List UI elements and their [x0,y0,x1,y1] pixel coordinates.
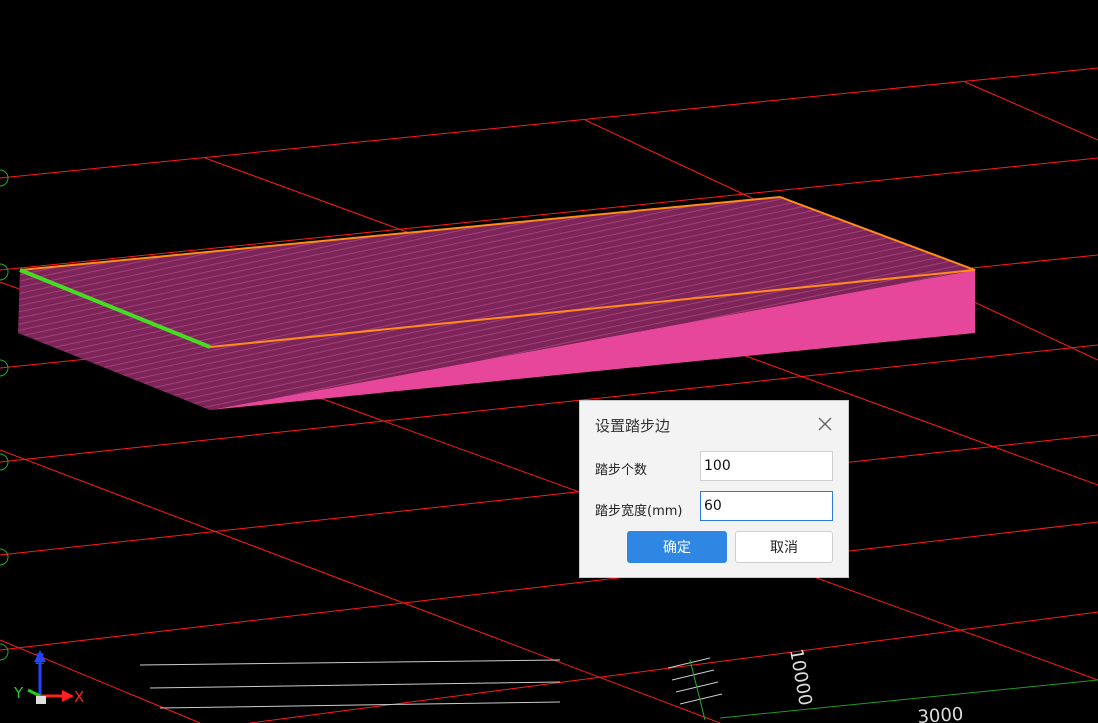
scene-canvas[interactable]: 10000 3000 Z Y X [0,0,1098,723]
step-width-label: 踏步宽度(mm) [595,504,683,519]
ramp-model[interactable] [18,195,976,410]
dimension-label-horizontal: 3000 [917,704,964,723]
cancel-button[interactable]: 取消 [735,531,833,563]
close-icon[interactable] [816,415,834,433]
dialog-title: 设置踏步边 [595,417,671,435]
axis-y-label: Y [13,684,24,702]
axis-x-label: X [74,688,84,706]
dimension-lines [139,657,723,721]
3d-viewport[interactable]: 10000 3000 Z Y X [0,0,1098,723]
ok-button[interactable]: 确定 [627,531,727,563]
grid-lines [0,67,1098,723]
grid-axis-markers [0,169,9,661]
set-step-edge-dialog[interactable]: 设置踏步边 踏步个数 踏步宽度(mm) 确定 取消 [579,400,849,578]
step-width-input[interactable] [700,491,833,521]
step-count-input[interactable] [700,451,833,481]
step-count-label: 踏步个数 [595,463,648,478]
axis-z-label: Z [35,652,45,668]
dimension-label-vertical: 10000 [785,647,816,707]
dimension-line-green [719,679,1098,719]
axis-gizmo: Z Y X [13,650,84,706]
